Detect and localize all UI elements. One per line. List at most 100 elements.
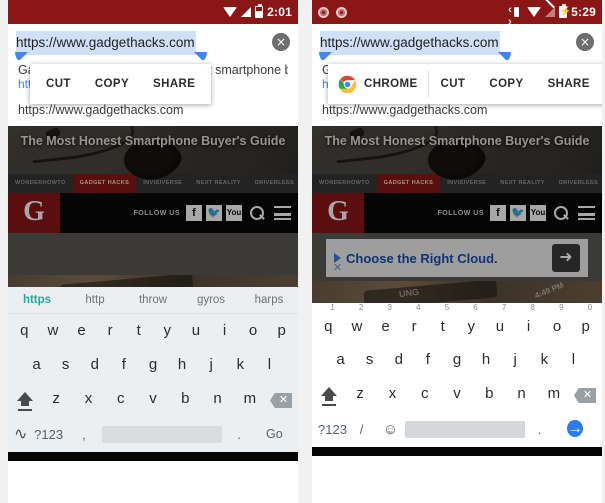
space-key[interactable] bbox=[101, 425, 222, 443]
key-q-2[interactable]: 1q bbox=[314, 303, 343, 343]
ad-headline[interactable]: Choose the Right Cloud. bbox=[346, 251, 498, 266]
key-g-2[interactable]: g bbox=[442, 343, 471, 377]
key-g[interactable]: g bbox=[138, 348, 167, 382]
key-w-2[interactable]: 2w bbox=[343, 303, 372, 343]
period-key-2[interactable]: . bbox=[525, 422, 554, 437]
site-logo-2[interactable]: G bbox=[312, 193, 364, 233]
enter-key[interactable]: → bbox=[554, 412, 596, 446]
url-input-wrapper-2[interactable]: https://www.gadgethacks.com bbox=[319, 31, 570, 65]
key-t-2[interactable]: 5t bbox=[428, 303, 457, 343]
key-f-2[interactable]: f bbox=[413, 343, 442, 377]
nav-gadget-hacks[interactable]: GADGET HACKS bbox=[72, 174, 137, 193]
key-k-2[interactable]: k bbox=[530, 343, 559, 377]
site-logo[interactable]: G bbox=[8, 193, 60, 233]
key-d[interactable]: d bbox=[80, 348, 109, 382]
keyboard-suggestion-bar[interactable]: https http throw gyros harps bbox=[8, 287, 298, 314]
key-e-2[interactable]: 3e bbox=[371, 303, 400, 343]
key-k[interactable]: k bbox=[226, 348, 255, 382]
key-i[interactable]: i bbox=[210, 314, 239, 348]
webview-left[interactable]: The Most Honest Smartphone Buyer's Guide… bbox=[8, 126, 298, 287]
go-key[interactable]: Go bbox=[257, 427, 292, 441]
key-m[interactable]: m bbox=[234, 382, 266, 416]
nav-driverless[interactable]: DRIVERLESS bbox=[248, 174, 298, 193]
copy-button-2[interactable]: COPY bbox=[477, 64, 535, 104]
clear-text-icon-2[interactable]: × bbox=[576, 33, 594, 51]
nav-next-reality[interactable]: NEXT REALITY bbox=[189, 174, 248, 193]
key-n[interactable]: n bbox=[201, 382, 233, 416]
search-icon-2[interactable] bbox=[553, 205, 569, 221]
key-a[interactable]: a bbox=[22, 348, 51, 382]
key-t[interactable]: t bbox=[124, 314, 153, 348]
key-h-2[interactable]: h bbox=[472, 343, 501, 377]
key-b[interactable]: b bbox=[169, 382, 201, 416]
search-icon[interactable] bbox=[249, 205, 265, 221]
cut-button[interactable]: CUT bbox=[34, 64, 83, 104]
symbols-key[interactable]: ?123 bbox=[31, 427, 66, 442]
key-d-2[interactable]: d bbox=[384, 343, 413, 377]
key-n-2[interactable]: n bbox=[505, 377, 537, 411]
backspace-icon-2[interactable]: ✕ bbox=[570, 385, 600, 403]
copy-button[interactable]: COPY bbox=[83, 64, 141, 104]
key-v-2[interactable]: v bbox=[441, 377, 473, 411]
key-m-2[interactable]: m bbox=[538, 377, 570, 411]
key-p-2[interactable]: 0p bbox=[571, 303, 600, 343]
key-q[interactable]: q bbox=[10, 314, 39, 348]
nav-driverless-2[interactable]: DRIVERLESS bbox=[552, 174, 602, 193]
url-input-wrapper[interactable]: https://www.gadgethacks.com bbox=[15, 31, 266, 65]
keyboard-suggestion-0[interactable]: https bbox=[8, 294, 66, 306]
youtube-icon[interactable]: You bbox=[226, 205, 242, 221]
key-z[interactable]: z bbox=[40, 382, 72, 416]
key-u-2[interactable]: 7u bbox=[486, 303, 515, 343]
chrome-app-action[interactable]: CHROME bbox=[332, 64, 428, 104]
key-h[interactable]: h bbox=[168, 348, 197, 382]
key-c-2[interactable]: c bbox=[409, 377, 441, 411]
key-z-2[interactable]: z bbox=[344, 377, 376, 411]
key-s-2[interactable]: s bbox=[355, 343, 384, 377]
twitter-icon[interactable]: 🐦 bbox=[206, 205, 222, 221]
nav-gadget-hacks-2[interactable]: GADGET HACKS bbox=[376, 174, 441, 193]
nav-wonderhowto-2[interactable]: WONDERHOWTO bbox=[312, 174, 377, 193]
nav-next-reality-2[interactable]: NEXT REALITY bbox=[493, 174, 552, 193]
url-input[interactable]: https://www.gadgethacks.com bbox=[16, 31, 196, 55]
text-selection-popup-right[interactable]: CHROME CUT COPY SHARE bbox=[328, 64, 602, 104]
ad-arrow-icon[interactable]: ➜ bbox=[552, 244, 580, 272]
twitter-icon-2[interactable]: 🐦 bbox=[510, 205, 526, 221]
key-a-2[interactable]: a bbox=[326, 343, 355, 377]
key-x-2[interactable]: x bbox=[376, 377, 408, 411]
key-b-2[interactable]: b bbox=[473, 377, 505, 411]
key-l-2[interactable]: l bbox=[559, 343, 588, 377]
keyboard-suggestion-2[interactable]: throw bbox=[124, 294, 182, 306]
keyboard-right[interactable]: 1q 2w 3e 4r 5t 6y 7u 8i 9o 0p a s d f g … bbox=[312, 303, 602, 456]
keyboard-suggestion-1[interactable]: http bbox=[66, 294, 124, 306]
period-key[interactable]: . bbox=[222, 427, 257, 442]
keyboard-suggestion-4[interactable]: harps bbox=[240, 294, 298, 306]
key-j-2[interactable]: j bbox=[501, 343, 530, 377]
ad-close-icon[interactable]: ✕ bbox=[333, 261, 342, 274]
cut-button-2[interactable]: CUT bbox=[429, 64, 478, 104]
key-f[interactable]: f bbox=[109, 348, 138, 382]
symbols-key-2[interactable]: ?123 bbox=[318, 422, 347, 437]
key-j[interactable]: j bbox=[197, 348, 226, 382]
space-key-2[interactable] bbox=[405, 420, 525, 438]
key-s[interactable]: s bbox=[51, 348, 80, 382]
key-r-2[interactable]: 4r bbox=[400, 303, 429, 343]
omnibox-left[interactable]: https://www.gadgethacks.com × bbox=[8, 24, 298, 65]
facebook-icon-2[interactable]: f bbox=[490, 205, 506, 221]
key-x[interactable]: x bbox=[72, 382, 104, 416]
key-o[interactable]: o bbox=[239, 314, 268, 348]
shift-icon[interactable] bbox=[10, 388, 40, 411]
shift-icon-2[interactable] bbox=[314, 383, 344, 406]
comma-key[interactable]: , bbox=[66, 427, 101, 442]
key-v[interactable]: v bbox=[137, 382, 169, 416]
emoji-icon[interactable]: ☺ bbox=[376, 421, 405, 438]
glide-typing-icon[interactable]: ∿ bbox=[14, 426, 31, 442]
text-selection-popup-left[interactable]: CUT COPY SHARE bbox=[30, 64, 212, 104]
key-w[interactable]: w bbox=[39, 314, 68, 348]
key-p[interactable]: p bbox=[267, 314, 296, 348]
key-l[interactable]: l bbox=[255, 348, 284, 382]
key-i-2[interactable]: 8i bbox=[514, 303, 543, 343]
clear-text-icon[interactable]: × bbox=[272, 33, 290, 51]
key-r[interactable]: r bbox=[96, 314, 125, 348]
youtube-icon-2[interactable]: You bbox=[530, 205, 546, 221]
menu-icon[interactable] bbox=[274, 206, 291, 220]
